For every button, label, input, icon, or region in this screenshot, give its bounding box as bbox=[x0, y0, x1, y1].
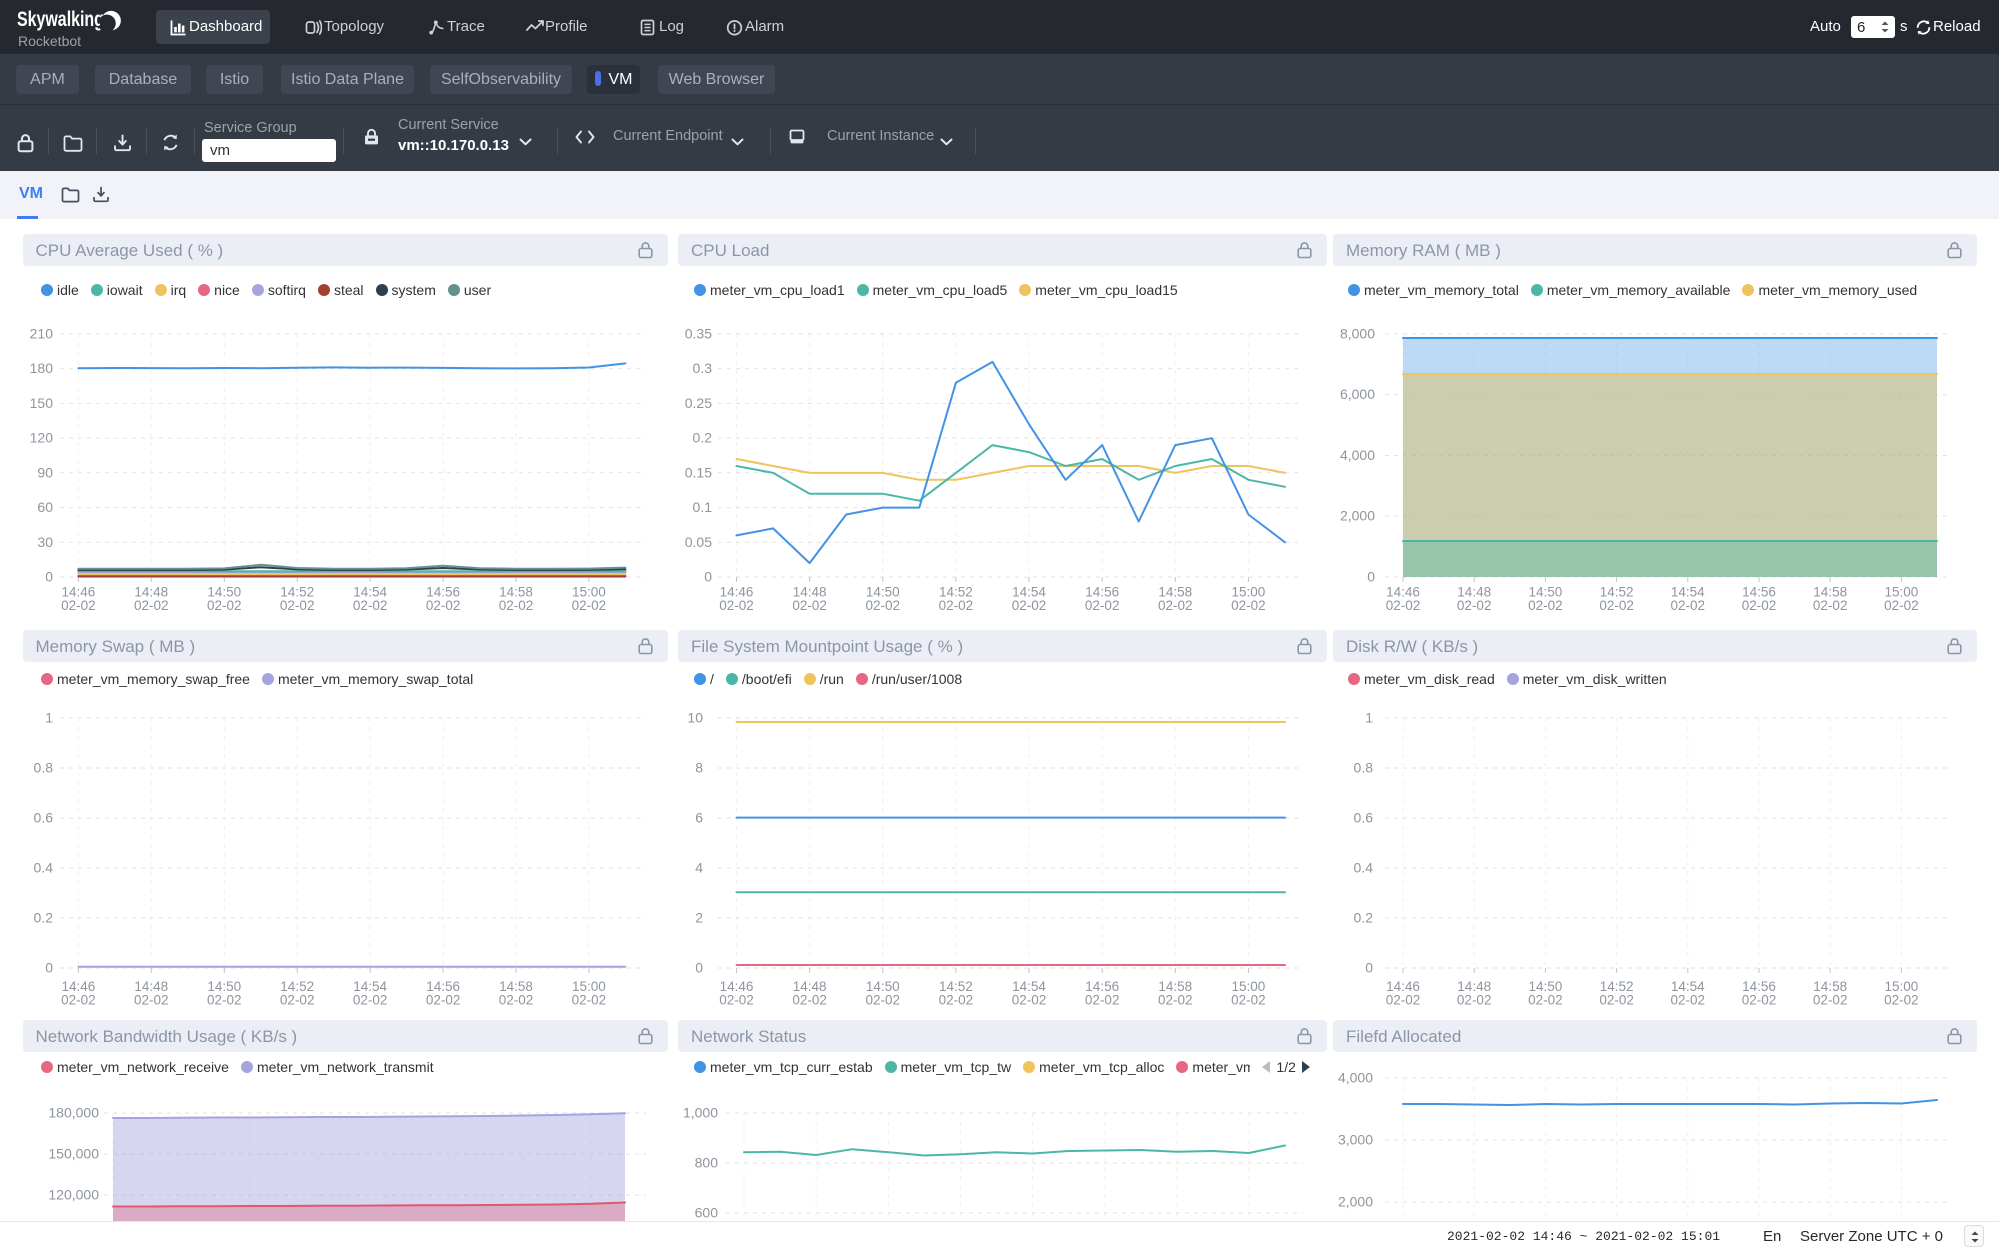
svg-text:0: 0 bbox=[695, 960, 703, 976]
svg-text:180,000: 180,000 bbox=[48, 1105, 99, 1121]
svg-text:02-02: 02-02 bbox=[1599, 993, 1634, 1008]
svg-text:0.35: 0.35 bbox=[685, 326, 712, 342]
svg-text:4,000: 4,000 bbox=[1340, 447, 1375, 463]
svg-text:02-02: 02-02 bbox=[61, 598, 96, 613]
svg-text:02-02: 02-02 bbox=[134, 993, 169, 1008]
svg-text:0: 0 bbox=[45, 960, 53, 976]
svg-text:2,000: 2,000 bbox=[1338, 1194, 1373, 1210]
svg-text:02-02: 02-02 bbox=[1671, 993, 1706, 1008]
svg-text:0.2: 0.2 bbox=[34, 910, 54, 926]
svg-text:0.8: 0.8 bbox=[1354, 760, 1374, 776]
svg-text:8: 8 bbox=[695, 760, 703, 776]
svg-text:02-02: 02-02 bbox=[1671, 598, 1706, 613]
svg-text:2: 2 bbox=[695, 910, 703, 926]
svg-text:02-02: 02-02 bbox=[1158, 598, 1193, 613]
svg-text:02-02: 02-02 bbox=[1813, 993, 1848, 1008]
svg-text:02-02: 02-02 bbox=[1742, 993, 1777, 1008]
svg-text:02-02: 02-02 bbox=[499, 598, 534, 613]
svg-text:02-02: 02-02 bbox=[719, 993, 754, 1008]
svg-text:150: 150 bbox=[30, 395, 54, 411]
svg-text:02-02: 02-02 bbox=[1528, 598, 1563, 613]
svg-text:02-02: 02-02 bbox=[280, 993, 315, 1008]
svg-text:8,000: 8,000 bbox=[1340, 326, 1375, 342]
svg-text:02-02: 02-02 bbox=[1012, 993, 1047, 1008]
svg-text:30: 30 bbox=[37, 534, 53, 550]
svg-text:02-02: 02-02 bbox=[1231, 993, 1266, 1008]
svg-text:02-02: 02-02 bbox=[1231, 598, 1266, 613]
svg-text:0: 0 bbox=[1365, 960, 1373, 976]
svg-text:02-02: 02-02 bbox=[866, 598, 901, 613]
svg-text:800: 800 bbox=[695, 1155, 719, 1171]
svg-text:6,000: 6,000 bbox=[1340, 386, 1375, 402]
svg-text:4: 4 bbox=[695, 860, 703, 876]
svg-text:210: 210 bbox=[30, 326, 54, 342]
svg-text:60: 60 bbox=[37, 499, 53, 515]
svg-text:02-02: 02-02 bbox=[280, 598, 315, 613]
svg-text:120,000: 120,000 bbox=[48, 1187, 99, 1203]
svg-text:02-02: 02-02 bbox=[426, 993, 461, 1008]
svg-text:02-02: 02-02 bbox=[426, 598, 461, 613]
svg-text:02-02: 02-02 bbox=[353, 993, 388, 1008]
svg-text:150,000: 150,000 bbox=[48, 1146, 99, 1162]
svg-text:02-02: 02-02 bbox=[939, 598, 974, 613]
svg-text:2,000: 2,000 bbox=[1340, 508, 1375, 524]
svg-text:02-02: 02-02 bbox=[792, 598, 827, 613]
svg-text:02-02: 02-02 bbox=[61, 993, 96, 1008]
svg-text:0.8: 0.8 bbox=[34, 760, 54, 776]
svg-text:0.3: 0.3 bbox=[693, 360, 713, 376]
svg-text:0: 0 bbox=[45, 569, 53, 585]
svg-text:02-02: 02-02 bbox=[1528, 993, 1563, 1008]
svg-text:0.2: 0.2 bbox=[1354, 910, 1374, 926]
svg-text:02-02: 02-02 bbox=[1813, 598, 1848, 613]
svg-text:02-02: 02-02 bbox=[572, 993, 607, 1008]
svg-text:90: 90 bbox=[37, 464, 53, 480]
svg-text:02-02: 02-02 bbox=[1386, 598, 1421, 613]
svg-text:02-02: 02-02 bbox=[939, 993, 974, 1008]
svg-text:0.6: 0.6 bbox=[1354, 810, 1374, 826]
svg-text:600: 600 bbox=[695, 1205, 719, 1221]
svg-text:02-02: 02-02 bbox=[207, 993, 242, 1008]
svg-text:0.4: 0.4 bbox=[34, 860, 54, 876]
svg-text:02-02: 02-02 bbox=[866, 993, 901, 1008]
svg-text:02-02: 02-02 bbox=[1599, 598, 1634, 613]
svg-text:02-02: 02-02 bbox=[1012, 598, 1047, 613]
svg-text:0.2: 0.2 bbox=[693, 430, 713, 446]
svg-text:0.1: 0.1 bbox=[693, 499, 713, 515]
svg-text:1: 1 bbox=[45, 710, 53, 726]
svg-text:02-02: 02-02 bbox=[499, 993, 534, 1008]
svg-text:6: 6 bbox=[695, 810, 703, 826]
svg-text:0.4: 0.4 bbox=[1354, 860, 1374, 876]
svg-text:02-02: 02-02 bbox=[134, 598, 169, 613]
svg-text:120: 120 bbox=[30, 430, 54, 446]
svg-text:0: 0 bbox=[704, 569, 712, 585]
svg-text:10: 10 bbox=[687, 710, 703, 726]
svg-text:02-02: 02-02 bbox=[1457, 598, 1492, 613]
svg-text:02-02: 02-02 bbox=[792, 993, 827, 1008]
svg-text:02-02: 02-02 bbox=[1085, 598, 1120, 613]
svg-text:02-02: 02-02 bbox=[1457, 993, 1492, 1008]
svg-text:02-02: 02-02 bbox=[1085, 993, 1120, 1008]
svg-text:1,000: 1,000 bbox=[683, 1105, 718, 1121]
svg-text:02-02: 02-02 bbox=[1158, 993, 1193, 1008]
svg-text:3,000: 3,000 bbox=[1338, 1132, 1373, 1148]
svg-text:0.6: 0.6 bbox=[34, 810, 54, 826]
svg-text:0.25: 0.25 bbox=[685, 395, 712, 411]
svg-text:4,000: 4,000 bbox=[1338, 1070, 1373, 1086]
svg-text:02-02: 02-02 bbox=[719, 598, 754, 613]
svg-text:0.05: 0.05 bbox=[685, 534, 712, 550]
svg-text:02-02: 02-02 bbox=[1884, 598, 1919, 613]
svg-text:02-02: 02-02 bbox=[572, 598, 607, 613]
svg-text:0: 0 bbox=[1367, 569, 1375, 585]
svg-text:0.15: 0.15 bbox=[685, 464, 712, 480]
svg-text:02-02: 02-02 bbox=[1884, 993, 1919, 1008]
svg-text:02-02: 02-02 bbox=[207, 598, 242, 613]
svg-text:1: 1 bbox=[1365, 710, 1373, 726]
svg-text:180: 180 bbox=[30, 360, 54, 376]
svg-text:02-02: 02-02 bbox=[1742, 598, 1777, 613]
svg-text:02-02: 02-02 bbox=[1386, 993, 1421, 1008]
svg-text:02-02: 02-02 bbox=[353, 598, 388, 613]
